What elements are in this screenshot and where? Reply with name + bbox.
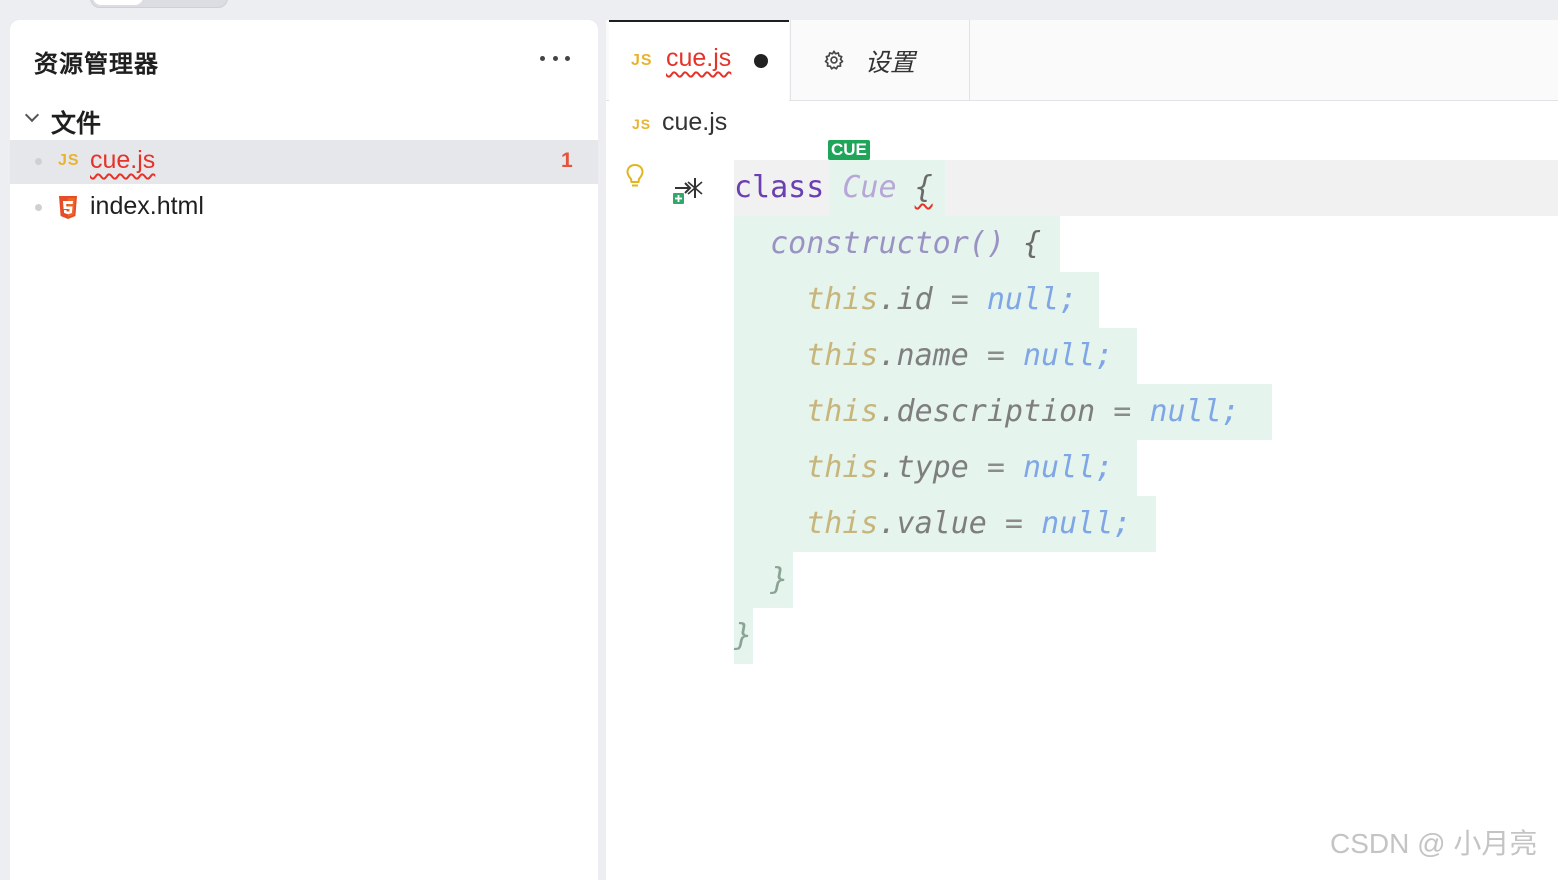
html5-file-icon — [59, 196, 77, 219]
folder-label: 文件 — [51, 110, 102, 138]
code-line-1[interactable]: class Cue { — [734, 160, 933, 216]
code-line-7[interactable]: this.value = null; — [734, 496, 1131, 552]
code-prop: .type — [878, 450, 969, 485]
file-item-cue-js[interactable]: JS cue.js 1 — [10, 140, 598, 184]
code-line-4[interactable]: this.name = null; — [734, 328, 1113, 384]
code-prop: .value — [878, 506, 987, 541]
more-actions-icon[interactable] — [540, 52, 570, 64]
js-file-icon: JS — [632, 116, 652, 132]
tab-cue-js[interactable]: JS cue.js — [609, 20, 789, 101]
code-line-8[interactable]: } — [734, 552, 788, 608]
code-class-name: Cue — [842, 170, 897, 205]
tab-label: cue.js — [666, 44, 732, 72]
code-line-2[interactable]: constructor() { — [734, 216, 1041, 272]
lightbulb-icon[interactable] — [624, 162, 646, 192]
explorer-title: 资源管理器 — [34, 51, 159, 78]
tab-label: 设置 — [865, 49, 916, 77]
code-value: null; — [1041, 506, 1132, 541]
code-this: this — [806, 394, 879, 429]
code-value: null; — [1023, 450, 1114, 485]
js-file-icon: JS — [631, 52, 653, 69]
gear-icon — [824, 50, 844, 70]
folder-row[interactable]: 文件 — [10, 98, 598, 140]
code-brace: { — [914, 170, 933, 205]
code-prop: .description — [878, 394, 1096, 429]
file-dot-icon — [35, 158, 42, 165]
file-item-index-html[interactable]: index.html — [10, 186, 598, 230]
code-keyword: class — [734, 170, 825, 205]
cue-inlay-tag[interactable]: CUE — [828, 140, 870, 160]
code-op: = — [932, 282, 987, 317]
explorer-panel: 资源管理器 文件 JS cue.js 1 index.html — [10, 20, 598, 880]
code-prop: .name — [878, 338, 969, 373]
code-brace: } — [770, 562, 789, 597]
watermark: CSDN @ 小月亮 — [1330, 828, 1538, 859]
top-segment-control[interactable] — [90, 0, 228, 8]
file-name: cue.js — [90, 146, 156, 174]
code-line-6[interactable]: this.type = null; — [734, 440, 1113, 496]
code-this: this — [806, 450, 879, 485]
file-name: index.html — [90, 192, 204, 220]
code-value: null; — [1149, 394, 1240, 429]
js-file-icon: JS — [58, 152, 80, 169]
code-op: = — [1095, 394, 1150, 429]
code-value: null; — [986, 282, 1078, 317]
code-op: = — [968, 338, 1023, 373]
code-line-5[interactable]: this.description = null; — [734, 384, 1240, 440]
code-constructor: constructor() — [770, 226, 1005, 261]
code-line-9[interactable]: } — [734, 608, 752, 664]
editor-panel: JS cue.js 设置 JS cue.js CUE class Cue {c… — [606, 20, 1558, 880]
code-this: this — [806, 338, 879, 373]
code-this: this — [806, 506, 879, 541]
code-value: null; — [1023, 338, 1114, 373]
code-line-3[interactable]: this.id = null; — [734, 272, 1077, 328]
unsaved-dot-icon[interactable] — [754, 54, 768, 68]
problem-count-badge: 1 — [561, 149, 573, 172]
code-prop: .id — [878, 282, 933, 317]
tab-settings[interactable]: 设置 — [790, 20, 970, 100]
code-op: = — [986, 506, 1042, 541]
insert-code-icon[interactable] — [673, 174, 707, 206]
code-brace: { — [1023, 226, 1042, 261]
file-dot-icon — [35, 204, 42, 211]
code-brace: } — [734, 618, 753, 653]
top-segment-active[interactable] — [93, 0, 143, 5]
code-this: this — [806, 282, 879, 317]
tab-bar: JS cue.js 设置 — [606, 20, 1558, 101]
breadcrumb-file[interactable]: cue.js — [662, 108, 727, 137]
chevron-down-icon — [24, 107, 40, 123]
code-op: = — [968, 450, 1023, 485]
